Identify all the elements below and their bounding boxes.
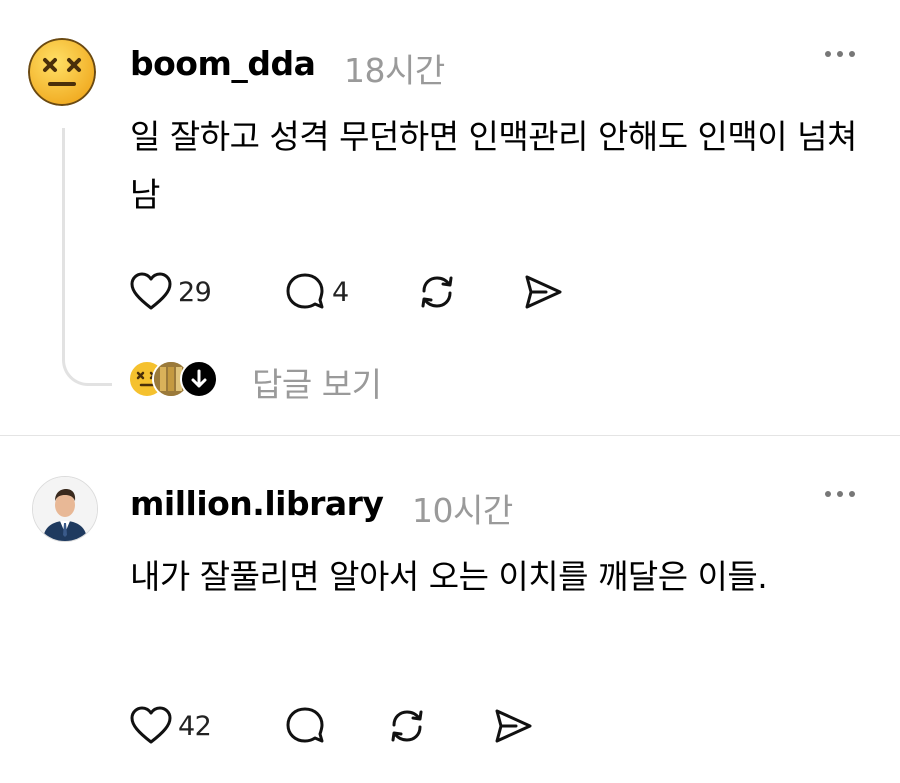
more-options-button[interactable] (820, 42, 860, 66)
repost-button[interactable] (416, 270, 458, 314)
like-count: 29 (178, 276, 212, 308)
paper-plane-icon (495, 709, 532, 743)
share-button[interactable] (492, 704, 534, 748)
ellipsis-icon (825, 491, 855, 497)
speech-bubble-icon (286, 707, 324, 743)
post-body-text: 내가 잘풀리면 알아서 오는 이치를 깨달은 이들. (130, 557, 768, 596)
repost-button[interactable] (386, 704, 428, 748)
more-options-button[interactable] (820, 482, 860, 506)
like-count: 42 (178, 710, 212, 742)
comment-button[interactable] (284, 704, 326, 748)
like-button[interactable]: 42 (130, 704, 212, 748)
arrow-down-icon (191, 369, 207, 388)
timestamp: 10시간 (412, 491, 513, 530)
ellipsis-icon (825, 51, 855, 57)
view-replies-link[interactable]: 답글 보기 (252, 358, 382, 406)
speech-bubble-icon (286, 273, 324, 309)
repost-arrows-icon (421, 276, 453, 308)
repost-arrows-icon (391, 710, 423, 742)
thread-connector-line (62, 128, 112, 386)
man-in-suit-avatar-icon (33, 477, 97, 541)
share-button[interactable] (522, 270, 564, 314)
comment-count: 4 (332, 276, 349, 308)
username[interactable]: million.library (130, 484, 384, 523)
timestamp: 18시간 (344, 51, 445, 90)
dizzy-face-emoji-icon (28, 38, 96, 106)
comment-button[interactable]: 4 (284, 270, 349, 314)
reply-avatars[interactable] (128, 360, 224, 400)
avatar[interactable] (32, 476, 98, 542)
username[interactable]: boom_dda (130, 44, 316, 83)
like-button[interactable]: 29 (130, 270, 212, 314)
heart-icon (130, 706, 172, 744)
avatar[interactable] (28, 38, 96, 106)
expand-replies-button[interactable] (180, 360, 218, 398)
heart-icon (130, 272, 172, 310)
post-million-library: million.library 10시간 내가 잘풀리면 알아서 오는 이치를 … (0, 436, 900, 783)
post-body-text: 일 잘하고 성격 무던하면 인맥관리 안해도 인맥이 넘쳐남 (130, 117, 857, 214)
post-boom-dda: boom_dda 18시간 일 잘하고 성격 무던하면 인맥관리 안해도 인맥이… (0, 0, 900, 435)
paper-plane-icon (525, 275, 562, 309)
